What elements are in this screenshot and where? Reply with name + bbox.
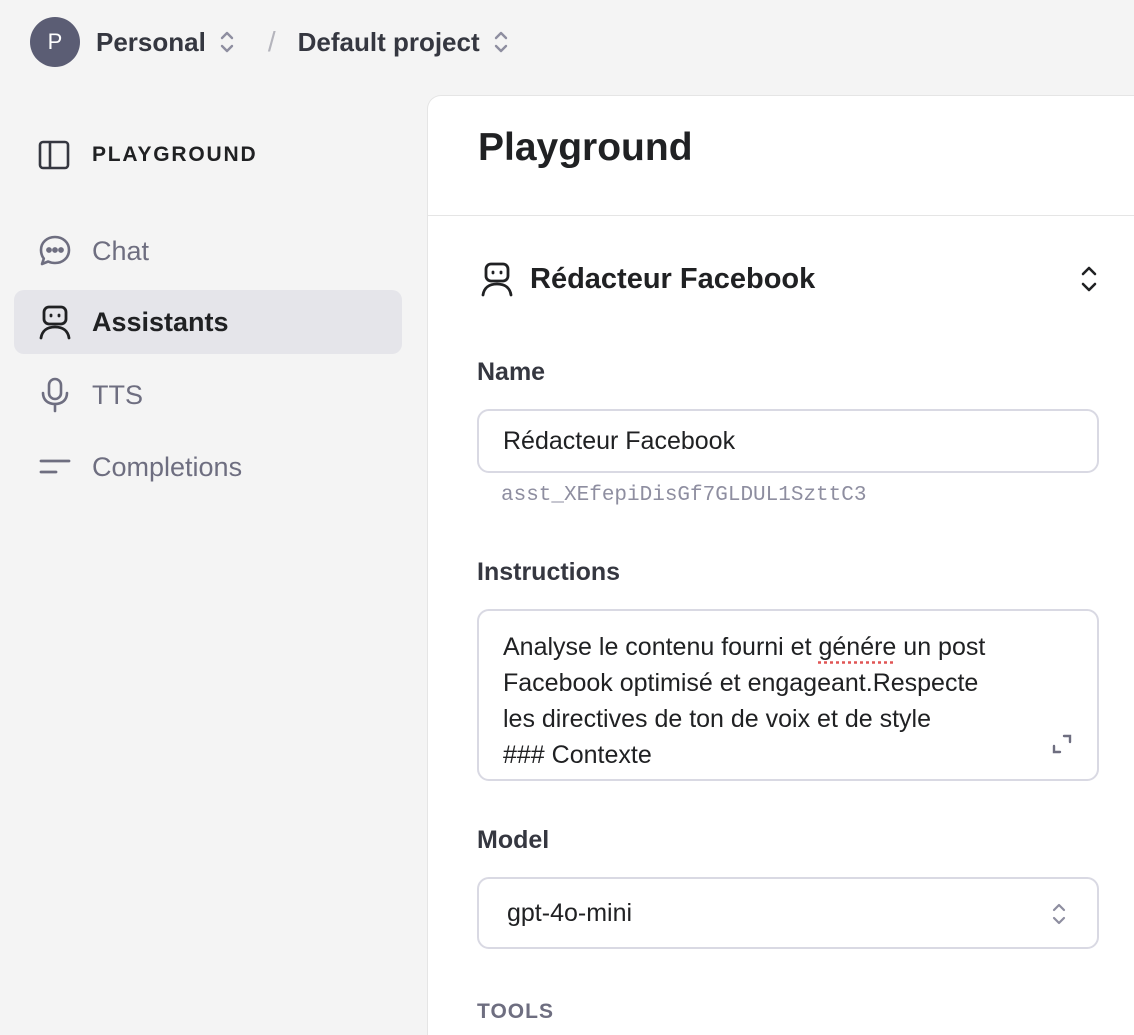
name-label: Name: [477, 358, 546, 386]
expand-icon[interactable]: [1051, 733, 1073, 755]
project-name: Default project: [297, 26, 480, 57]
text-lines-icon: [39, 459, 71, 474]
chevron-updown-icon: [1081, 266, 1097, 292]
sidebar-toggle-icon[interactable]: [38, 140, 70, 170]
sidebar-item-label: TTS: [92, 379, 143, 410]
microphone-icon: [41, 377, 69, 413]
chevron-updown-icon: [220, 31, 234, 53]
org-switcher[interactable]: Personal: [96, 27, 236, 58]
sidebar: PLAYGROUND Chat Assistants TTS Completio…: [0, 84, 428, 1026]
org-name: Personal: [96, 26, 206, 57]
header-divider: [428, 215, 1134, 216]
assistant-selector[interactable]: Rédacteur Facebook: [480, 256, 1100, 302]
project-switcher[interactable]: Default project: [298, 27, 510, 58]
robot-icon: [481, 262, 513, 297]
tools-section-label: TOOLS: [477, 1000, 554, 1023]
user-avatar[interactable]: P: [30, 17, 80, 67]
sidebar-item-label: Chat: [92, 235, 150, 266]
instructions-textarea[interactable]: Analyse le contenu fourni et génére un p…: [477, 609, 1099, 781]
chevron-updown-icon: [494, 31, 507, 53]
robot-icon: [39, 305, 71, 340]
breadcrumb-separator: /: [267, 26, 276, 57]
sidebar-item-completions[interactable]: Completions: [14, 435, 402, 499]
instructions-text: Analyse le contenu fourni et génére un p…: [503, 633, 986, 779]
model-select[interactable]: gpt-4o-mini: [477, 877, 1099, 949]
model-label: Model: [477, 826, 550, 854]
assistant-selector-name: Rédacteur Facebook: [530, 262, 816, 295]
model-value: gpt-4o-mini: [507, 898, 633, 927]
page-title: Playground: [478, 126, 693, 169]
sidebar-item-label: Completions: [92, 451, 243, 482]
assistant-id[interactable]: asst_XEfepiDisGf7GLDUL1SzttC3: [501, 484, 866, 507]
instructions-label: Instructions: [477, 558, 621, 586]
main-panel: Playground Rédacteur Facebook Name asst_…: [427, 95, 1134, 1035]
sidebar-header: PLAYGROUND: [38, 140, 257, 170]
assistant-name-input[interactable]: [477, 409, 1099, 473]
sidebar-item-tts[interactable]: TTS: [14, 363, 402, 427]
sidebar-item-chat[interactable]: Chat: [14, 219, 402, 283]
sidebar-title: PLAYGROUND: [92, 143, 258, 166]
sidebar-item-assistants[interactable]: Assistants: [14, 290, 402, 354]
chat-bubble-icon: [39, 235, 71, 266]
chevron-updown-icon: [1052, 903, 1066, 925]
top-bar: P Personal / Default project: [0, 0, 1134, 84]
sidebar-item-label: Assistants: [92, 306, 229, 337]
